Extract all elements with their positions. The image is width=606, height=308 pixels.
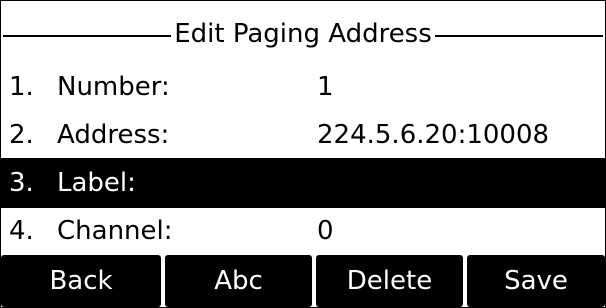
save-button[interactable]: Save	[467, 255, 605, 307]
field-label: Number:	[57, 72, 170, 102]
delete-button[interactable]: Delete	[316, 255, 463, 307]
field-value-number[interactable]: 1	[317, 62, 334, 112]
field-label: Label:	[57, 168, 136, 198]
back-button[interactable]: Back	[1, 255, 161, 307]
field-row-address[interactable]: 2. Address: 224.5.6.20:10008	[1, 110, 605, 160]
field-value-address[interactable]: 224.5.6.20:10008	[317, 110, 549, 160]
field-value-channel[interactable]: 0	[317, 206, 334, 256]
field-label: Address:	[57, 120, 170, 150]
field-index: 4.	[9, 216, 34, 246]
field-index: 3.	[9, 168, 34, 198]
field-row-channel[interactable]: 4. Channel: 0	[1, 206, 605, 256]
field-row-number[interactable]: 1. Number: 1	[1, 62, 605, 112]
title-bar: Edit Paging Address	[1, 1, 605, 65]
field-row-label[interactable]: 3. Label:	[1, 158, 605, 208]
phone-screen: Edit Paging Address 1. Number: 1 2. Addr…	[0, 0, 606, 308]
softkey-bar: Back Abc Delete Save	[1, 255, 605, 307]
abc-input-mode-button[interactable]: Abc	[165, 255, 312, 307]
page-title-container: Edit Paging Address	[1, 14, 605, 54]
page-title: Edit Paging Address	[171, 19, 435, 49]
field-index: 1.	[9, 72, 34, 102]
field-label: Channel:	[57, 216, 173, 246]
field-index: 2.	[9, 120, 34, 150]
